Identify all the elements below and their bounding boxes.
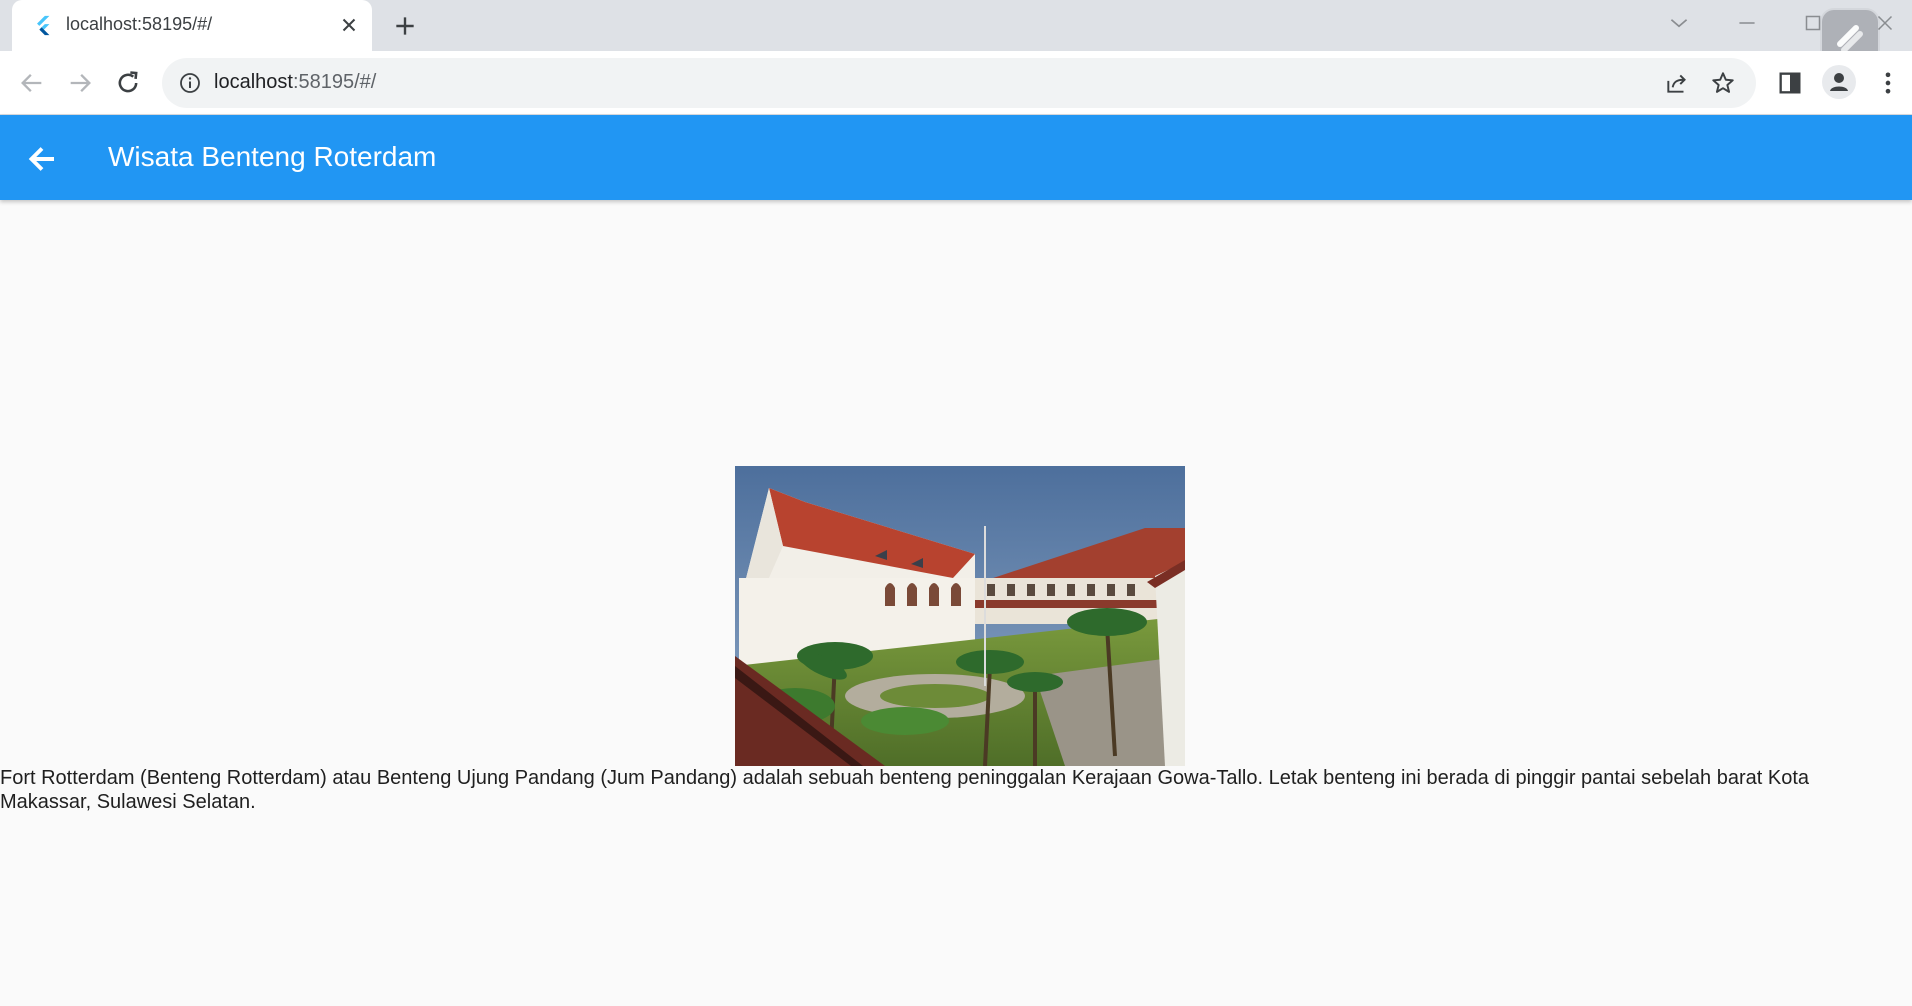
share-icon[interactable] [1664,70,1690,96]
close-icon[interactable] [338,14,360,36]
browser-toolbar: localhost:58195/#/ [0,51,1912,115]
app-bar: Wisata Benteng Roterdam [0,115,1912,200]
star-icon[interactable] [1710,70,1736,96]
description-text: Fort Rotterdam (Benteng Rotterdam) atau … [0,767,1810,813]
browser-tab[interactable]: localhost:58195/#/ [12,0,372,51]
profile-icon [1830,73,1848,91]
reload-icon[interactable] [114,69,142,97]
info-icon[interactable] [178,71,202,95]
fort-photo [735,466,1185,766]
url-host: localhost [214,71,293,93]
kebab-menu-icon[interactable] [1874,69,1902,97]
browser-tab-strip: localhost:58195/#/ [0,0,1912,66]
chevron-down-icon[interactable] [1666,10,1692,36]
tab-title: localhost:58195/#/ [66,14,213,34]
fort-rotterdam-image [735,466,1185,766]
url-text[interactable]: localhost:58195/#/ [214,71,376,94]
side-panel-icon[interactable] [1776,69,1804,97]
plus-icon[interactable] [392,13,418,39]
profile-button[interactable] [1822,65,1856,99]
back-button[interactable] [24,141,60,177]
flutter-icon [37,15,50,36]
arrow-left-icon[interactable] [18,69,46,97]
minimize-icon[interactable] [1734,10,1760,36]
page-title: Wisata Benteng Roterdam [108,141,437,172]
arrow-right-icon[interactable] [66,69,94,97]
address-bar[interactable]: localhost:58195/#/ [162,58,1756,108]
url-path: :58195/#/ [292,71,377,93]
